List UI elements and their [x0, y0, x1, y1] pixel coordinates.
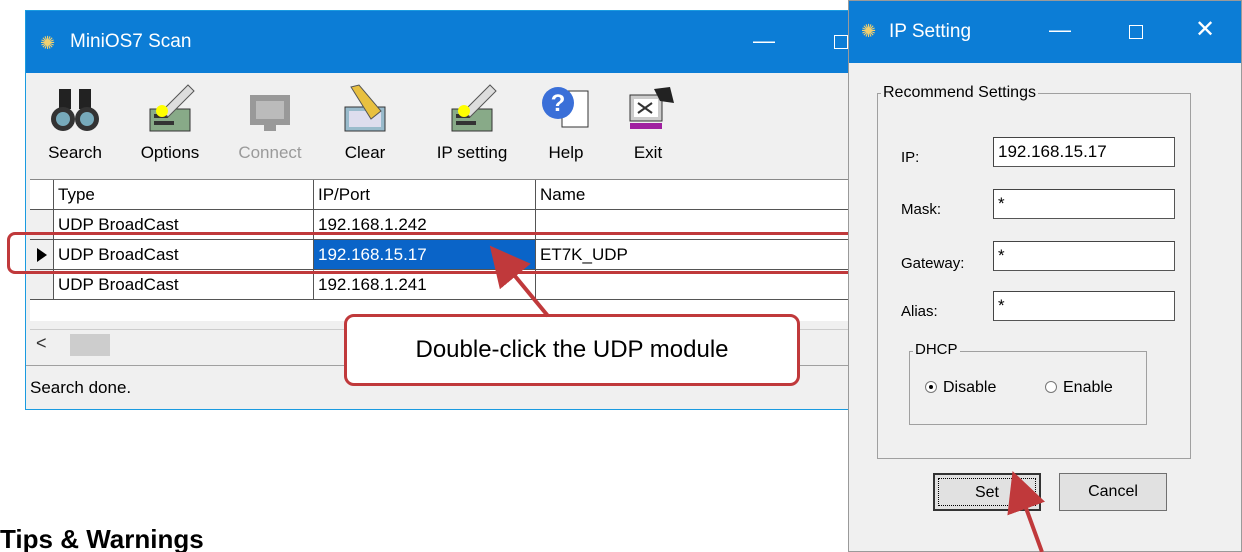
selected-row-highlight [7, 232, 867, 274]
callout-note: Double-click the UDP module [344, 314, 800, 386]
mask-label: Mask: [901, 201, 942, 218]
header-ip-port[interactable]: IP/Port [314, 180, 536, 210]
alias-label: Alias: [901, 303, 938, 320]
help-button[interactable]: ? Help [536, 77, 596, 175]
ip-dialog-titlebar[interactable]: ✺ IP Setting — ✕ [849, 1, 1241, 63]
ip-dialog-title: IP Setting [889, 21, 972, 42]
help-icon: ? [538, 81, 594, 137]
set-button[interactable]: Set [933, 473, 1041, 511]
scroll-thumb[interactable] [70, 334, 110, 356]
close-icon[interactable]: ✕ [1195, 15, 1215, 44]
connect-icon [242, 81, 298, 137]
exit-label: Exit [633, 143, 663, 162]
dhcp-enable-radio[interactable]: Enable [1045, 379, 1113, 397]
alias-field[interactable] [993, 291, 1175, 321]
ip-setting-label: IP setting [436, 143, 508, 162]
search-label: Search [48, 143, 102, 162]
cell-ip[interactable]: 192.168.1.241 [314, 270, 536, 300]
ip-setting-button[interactable]: IP setting [422, 77, 522, 175]
clear-button[interactable]: Clear [330, 77, 400, 175]
options-label: Options [140, 143, 200, 162]
gateway-label: Gateway: [901, 255, 965, 272]
dhcp-disable-label: Disable [943, 379, 997, 396]
row-selector[interactable] [30, 270, 54, 300]
toolbar: Search Options Connect Clear IP setting [26, 73, 874, 179]
maximize-button[interactable] [1129, 25, 1143, 39]
table-row[interactable]: UDP BroadCast 192.168.1.241 [30, 270, 874, 300]
dhcp-title: DHCP [913, 341, 960, 358]
radio-unchecked-icon [1045, 381, 1057, 393]
radio-checked-icon [925, 381, 937, 393]
minimize-button[interactable]: — [744, 25, 784, 61]
exit-button[interactable]: Exit [616, 77, 680, 175]
connect-button[interactable]: Connect [230, 77, 310, 175]
clear-label: Clear [344, 143, 386, 162]
connect-label: Connect [238, 143, 302, 162]
cell-name[interactable] [536, 270, 874, 300]
exit-icon [620, 81, 676, 137]
options-icon [142, 81, 198, 137]
binoculars-icon [47, 81, 103, 137]
main-window-title: MiniOS7 Scan [70, 31, 192, 52]
maximize-button[interactable] [834, 35, 848, 49]
main-titlebar[interactable]: ✺ MiniOS7 Scan — [26, 11, 874, 73]
dhcp-disable-radio[interactable]: Disable [925, 379, 996, 397]
mask-field[interactable] [993, 189, 1175, 219]
status-text: Search done. [30, 378, 132, 397]
gateway-field[interactable] [993, 241, 1175, 271]
app-icon: ✺ [861, 21, 877, 41]
tips-heading: Tips & Warnings [0, 524, 204, 552]
help-label: Help [548, 143, 584, 162]
options-button[interactable]: Options [130, 77, 210, 175]
ip-label: IP: [901, 149, 920, 166]
header-name[interactable]: Name [536, 180, 874, 210]
svg-text:?: ? [551, 90, 566, 117]
dhcp-enable-label: Enable [1063, 379, 1113, 396]
ip-setting-dialog: ✺ IP Setting — ✕ Recommend Settings IP: … [848, 0, 1242, 552]
app-icon: ✺ [40, 33, 56, 53]
scroll-left-icon[interactable]: < [36, 333, 47, 354]
ip-field[interactable] [993, 137, 1175, 167]
ip-setting-icon [444, 81, 500, 137]
cell-type[interactable]: UDP BroadCast [54, 270, 314, 300]
header-corner [30, 180, 54, 210]
table-header: Type IP/Port Name [30, 180, 874, 210]
group-title: Recommend Settings [881, 84, 1038, 102]
minimize-button[interactable]: — [1049, 17, 1071, 43]
cancel-button[interactable]: Cancel [1059, 473, 1167, 511]
search-button[interactable]: Search [40, 77, 110, 175]
header-type[interactable]: Type [54, 180, 314, 210]
broom-icon [337, 81, 393, 137]
